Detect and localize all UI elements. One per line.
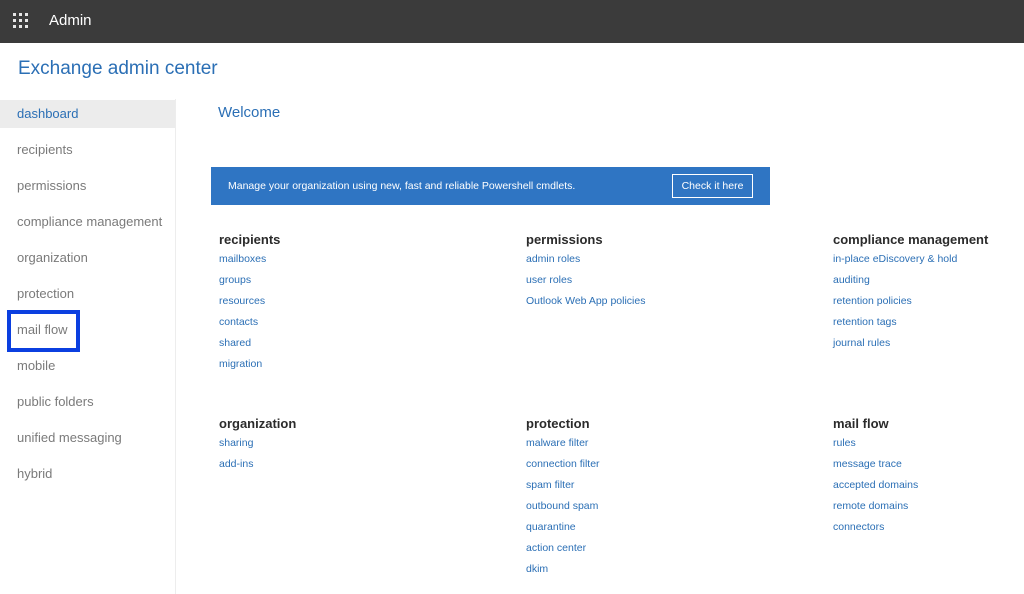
page-title: Exchange admin center <box>18 58 218 79</box>
check-it-here-button[interactable]: Check it here <box>672 174 753 198</box>
section-permissions: permissions admin roles user roles Outlo… <box>526 231 645 312</box>
top-bar: Admin <box>0 0 1024 43</box>
link-admin-roles[interactable]: admin roles <box>526 249 645 270</box>
link-owa-policies[interactable]: Outlook Web App policies <box>526 291 645 312</box>
section-title: permissions <box>526 232 603 247</box>
section-title: compliance management <box>833 232 989 247</box>
sidebar-item-organization[interactable]: organization <box>0 244 175 272</box>
banner-text: Manage your organization using new, fast… <box>228 180 576 192</box>
sidebar-item-permissions[interactable]: permissions <box>0 172 175 200</box>
link-connection-filter[interactable]: connection filter <box>526 454 600 475</box>
sidebar-nav: dashboard recipients permissions complia… <box>0 99 176 594</box>
sidebar-item-public-folders[interactable]: public folders <box>0 388 175 416</box>
link-retention-policies[interactable]: retention policies <box>833 291 988 312</box>
link-add-ins[interactable]: add-ins <box>219 454 296 475</box>
section-organization: organization sharing add-ins <box>219 415 296 475</box>
link-migration[interactable]: migration <box>219 354 280 375</box>
link-groups[interactable]: groups <box>219 270 280 291</box>
link-contacts[interactable]: contacts <box>219 312 280 333</box>
link-ediscovery-hold[interactable]: in-place eDiscovery & hold <box>833 249 988 270</box>
link-remote-domains[interactable]: remote domains <box>833 496 918 517</box>
sidebar-item-mail-flow[interactable]: mail flow <box>0 316 175 344</box>
link-rules[interactable]: rules <box>833 433 918 454</box>
section-protection: protection malware filter connection fil… <box>526 415 600 580</box>
link-user-roles[interactable]: user roles <box>526 270 645 291</box>
section-title: recipients <box>219 232 281 247</box>
link-resources[interactable]: resources <box>219 291 280 312</box>
link-outbound-spam[interactable]: outbound spam <box>526 496 600 517</box>
section-recipients: recipients mailboxes groups resources co… <box>219 231 280 375</box>
link-accepted-domains[interactable]: accepted domains <box>833 475 918 496</box>
section-title: mail flow <box>833 416 889 431</box>
link-journal-rules[interactable]: journal rules <box>833 333 988 354</box>
sidebar-item-dashboard[interactable]: dashboard <box>0 100 175 128</box>
link-retention-tags[interactable]: retention tags <box>833 312 988 333</box>
link-auditing[interactable]: auditing <box>833 270 988 291</box>
welcome-heading: Welcome <box>218 104 281 121</box>
link-mailboxes[interactable]: mailboxes <box>219 249 280 270</box>
sidebar-item-protection[interactable]: protection <box>0 280 175 308</box>
waffle-icon[interactable] <box>13 13 29 29</box>
link-malware-filter[interactable]: malware filter <box>526 433 600 454</box>
section-title: protection <box>526 416 590 431</box>
link-spam-filter[interactable]: spam filter <box>526 475 600 496</box>
sidebar-item-unified-messaging[interactable]: unified messaging <box>0 424 175 452</box>
link-quarantine[interactable]: quarantine <box>526 517 600 538</box>
powershell-banner: Manage your organization using new, fast… <box>211 167 770 205</box>
sidebar-item-compliance-management[interactable]: compliance management <box>0 208 175 236</box>
sidebar-item-hybrid[interactable]: hybrid <box>0 460 175 488</box>
section-compliance-management: compliance management in-place eDiscover… <box>833 231 988 354</box>
section-title: organization <box>219 416 297 431</box>
link-shared[interactable]: shared <box>219 333 280 354</box>
sidebar-item-mobile[interactable]: mobile <box>0 352 175 380</box>
sidebar-item-recipients[interactable]: recipients <box>0 136 175 164</box>
link-sharing[interactable]: sharing <box>219 433 296 454</box>
link-connectors[interactable]: connectors <box>833 517 918 538</box>
link-action-center[interactable]: action center <box>526 538 600 559</box>
link-message-trace[interactable]: message trace <box>833 454 918 475</box>
app-name[interactable]: Admin <box>49 12 92 29</box>
section-mail-flow: mail flow rules message trace accepted d… <box>833 415 918 538</box>
link-dkim[interactable]: dkim <box>526 559 600 580</box>
